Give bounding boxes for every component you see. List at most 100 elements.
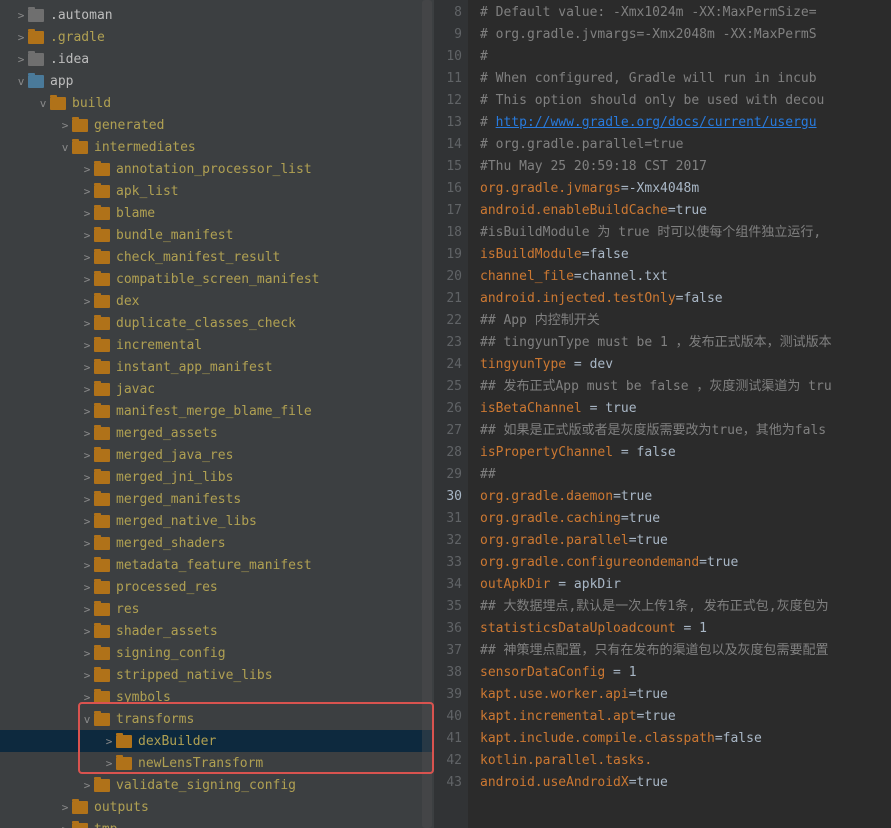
tree-item-intermediates[interactable]: vintermediates: [0, 136, 434, 158]
expand-arrow-icon[interactable]: >: [14, 9, 28, 22]
code-line[interactable]: ## 发布正式App must be false ，灰度测试渠道为 tru: [480, 376, 891, 398]
tree-item-check-manifest-result[interactable]: >check_manifest_result: [0, 246, 434, 268]
tree-item-res[interactable]: >res: [0, 598, 434, 620]
code-line[interactable]: org.gradle.parallel=true: [480, 530, 891, 552]
expand-arrow-icon[interactable]: v: [80, 713, 94, 726]
expand-arrow-icon[interactable]: >: [80, 493, 94, 506]
tree-item-signing-config[interactable]: >signing_config: [0, 642, 434, 664]
expand-arrow-icon[interactable]: >: [80, 383, 94, 396]
code-line[interactable]: kapt.use.worker.api=true: [480, 684, 891, 706]
code-area[interactable]: # Default value: -Xmx1024m -XX:MaxPermSi…: [468, 0, 891, 828]
code-line[interactable]: ## 如果是正式版或者是灰度版需要改为true，其他为fals: [480, 420, 891, 442]
project-tree[interactable]: >.automan>.gradle>.ideavappvbuild>genera…: [0, 0, 434, 828]
expand-arrow-icon[interactable]: >: [80, 207, 94, 220]
code-line[interactable]: kotlin.parallel.tasks.: [480, 750, 891, 772]
expand-arrow-icon[interactable]: >: [80, 779, 94, 792]
expand-arrow-icon[interactable]: >: [80, 427, 94, 440]
tree-item-tmp[interactable]: >tmp: [0, 818, 434, 828]
code-line[interactable]: org.gradle.caching=true: [480, 508, 891, 530]
code-line[interactable]: outApkDir = apkDir: [480, 574, 891, 596]
tree-item-manifest-merge-blame-file[interactable]: >manifest_merge_blame_file: [0, 400, 434, 422]
expand-arrow-icon[interactable]: >: [80, 449, 94, 462]
code-line[interactable]: org.gradle.jvmargs=-Xmx4048m: [480, 178, 891, 200]
code-line[interactable]: ## 大数据埋点,默认是一次上传1条, 发布正式包,灰度包为: [480, 596, 891, 618]
tree-item-stripped-native-libs[interactable]: >stripped_native_libs: [0, 664, 434, 686]
code-line[interactable]: isBuildModule=false: [480, 244, 891, 266]
tree-item-merged-assets[interactable]: >merged_assets: [0, 422, 434, 444]
code-line[interactable]: #: [480, 46, 891, 68]
tree-item-annotation-processor-list[interactable]: >annotation_processor_list: [0, 158, 434, 180]
tree-item-newLensTransform[interactable]: >newLensTransform: [0, 752, 434, 774]
tree-item-javac[interactable]: >javac: [0, 378, 434, 400]
code-line[interactable]: # Default value: -Xmx1024m -XX:MaxPermSi…: [480, 2, 891, 24]
tree-item-incremental[interactable]: >incremental: [0, 334, 434, 356]
tree-item-validate-signing-config[interactable]: >validate_signing_config: [0, 774, 434, 796]
expand-arrow-icon[interactable]: >: [80, 669, 94, 682]
tree-item-transforms[interactable]: vtransforms: [0, 708, 434, 730]
code-line[interactable]: ## tingyunType must be 1 ，发布正式版本，测试版本: [480, 332, 891, 354]
code-line[interactable]: # http://www.gradle.org/docs/current/use…: [480, 112, 891, 134]
expand-arrow-icon[interactable]: >: [80, 581, 94, 594]
expand-arrow-icon[interactable]: >: [80, 537, 94, 550]
expand-arrow-icon[interactable]: >: [80, 515, 94, 528]
tree-item-merged-java-res[interactable]: >merged_java_res: [0, 444, 434, 466]
code-line[interactable]: channel_file=channel.txt: [480, 266, 891, 288]
expand-arrow-icon[interactable]: >: [58, 823, 72, 828]
code-line[interactable]: android.injected.testOnly=false: [480, 288, 891, 310]
tree-item-dexBuilder[interactable]: >dexBuilder: [0, 730, 434, 752]
expand-arrow-icon[interactable]: >: [80, 163, 94, 176]
tree-item-blame[interactable]: >blame: [0, 202, 434, 224]
code-line[interactable]: tingyunType = dev: [480, 354, 891, 376]
code-line[interactable]: android.useAndroidX=true: [480, 772, 891, 794]
code-line[interactable]: kapt.include.compile.classpath=false: [480, 728, 891, 750]
code-line[interactable]: # When configured, Gradle will run in in…: [480, 68, 891, 90]
code-line[interactable]: #Thu May 25 20:59:18 CST 2017: [480, 156, 891, 178]
tree-item-merged-native-libs[interactable]: >merged_native_libs: [0, 510, 434, 532]
expand-arrow-icon[interactable]: >: [80, 405, 94, 418]
code-line[interactable]: ##: [480, 464, 891, 486]
code-line[interactable]: # org.gradle.parallel=true: [480, 134, 891, 156]
code-line[interactable]: statisticsDataUploadcount = 1: [480, 618, 891, 640]
tree-item-merged-shaders[interactable]: >merged_shaders: [0, 532, 434, 554]
expand-arrow-icon[interactable]: >: [80, 339, 94, 352]
code-line[interactable]: # This option should only be used with d…: [480, 90, 891, 112]
code-line[interactable]: org.gradle.configureondemand=true: [480, 552, 891, 574]
code-line[interactable]: ## App 内控制开关: [480, 310, 891, 332]
expand-arrow-icon[interactable]: >: [58, 119, 72, 132]
expand-arrow-icon[interactable]: >: [14, 31, 28, 44]
expand-arrow-icon[interactable]: v: [14, 75, 28, 88]
expand-arrow-icon[interactable]: >: [80, 317, 94, 330]
code-line[interactable]: # org.gradle.jvmargs=-Xmx2048m -XX:MaxPe…: [480, 24, 891, 46]
tree-item-build[interactable]: vbuild: [0, 92, 434, 114]
tree-item--automan[interactable]: >.automan: [0, 4, 434, 26]
expand-arrow-icon[interactable]: >: [80, 185, 94, 198]
code-line[interactable]: org.gradle.daemon=true: [480, 486, 891, 508]
code-line[interactable]: android.enableBuildCache=true: [480, 200, 891, 222]
expand-arrow-icon[interactable]: >: [80, 625, 94, 638]
expand-arrow-icon[interactable]: >: [80, 471, 94, 484]
code-line[interactable]: ## 神策埋点配置，只有在发布的渠道包以及灰度包需要配置: [480, 640, 891, 662]
expand-arrow-icon[interactable]: >: [80, 559, 94, 572]
expand-arrow-icon[interactable]: >: [102, 757, 116, 770]
expand-arrow-icon[interactable]: v: [36, 97, 50, 110]
expand-arrow-icon[interactable]: >: [80, 273, 94, 286]
tree-item-merged-jni-libs[interactable]: >merged_jni_libs: [0, 466, 434, 488]
tree-item-duplicate-classes-check[interactable]: >duplicate_classes_check: [0, 312, 434, 334]
tree-item-processed-res[interactable]: >processed_res: [0, 576, 434, 598]
expand-arrow-icon[interactable]: >: [80, 361, 94, 374]
code-editor[interactable]: 8910111213141516171819202122232425262728…: [434, 0, 891, 828]
tree-item-apk-list[interactable]: >apk_list: [0, 180, 434, 202]
tree-item-generated[interactable]: >generated: [0, 114, 434, 136]
expand-arrow-icon[interactable]: >: [80, 691, 94, 704]
tree-item-instant-app-manifest[interactable]: >instant_app_manifest: [0, 356, 434, 378]
tree-item-outputs[interactable]: >outputs: [0, 796, 434, 818]
tree-item-shader-assets[interactable]: >shader_assets: [0, 620, 434, 642]
code-line[interactable]: isBetaChannel = true: [480, 398, 891, 420]
expand-arrow-icon[interactable]: v: [58, 141, 72, 154]
expand-arrow-icon[interactable]: >: [80, 229, 94, 242]
tree-item-compatible-screen-manifest[interactable]: >compatible_screen_manifest: [0, 268, 434, 290]
expand-arrow-icon[interactable]: >: [58, 801, 72, 814]
tree-item-merged-manifests[interactable]: >merged_manifests: [0, 488, 434, 510]
tree-item-bundle-manifest[interactable]: >bundle_manifest: [0, 224, 434, 246]
tree-item-metadata-feature-manifest[interactable]: >metadata_feature_manifest: [0, 554, 434, 576]
